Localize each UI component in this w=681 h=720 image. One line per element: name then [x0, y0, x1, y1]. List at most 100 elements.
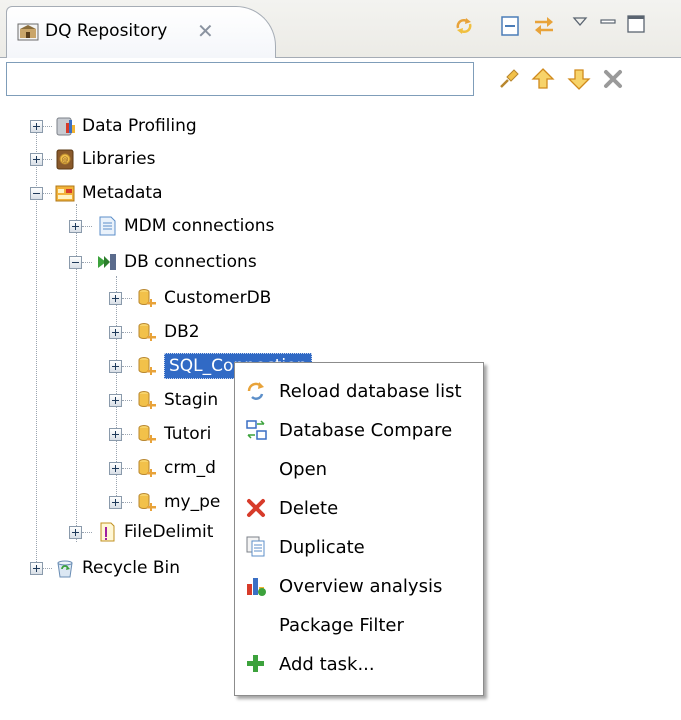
tab-title: DQ Repository	[45, 21, 168, 41]
arrow-up-icon[interactable]	[530, 66, 556, 92]
close-icon[interactable]: ✕	[197, 19, 214, 43]
tree-item-label: Metadata	[82, 183, 163, 203]
expand-toggle[interactable]	[109, 462, 122, 475]
tree-item-db-connections[interactable]: DB connections	[96, 247, 257, 277]
add-task-icon	[241, 646, 271, 682]
svg-text:@: @	[62, 156, 69, 164]
minimize-icon[interactable]	[596, 10, 620, 34]
recycle-bin-icon	[57, 560, 73, 578]
view-tab-strip: DQ Repository ✕	[0, 0, 681, 59]
expand-toggle[interactable]	[69, 220, 82, 233]
database-connection-icon	[138, 357, 156, 375]
tree-item-connection[interactable]: CustomerDB	[136, 283, 271, 313]
menu-item-duplicate[interactable]: Duplicate	[237, 529, 481, 565]
tree-guide	[122, 502, 132, 503]
filter-input[interactable]	[6, 62, 474, 96]
menu-item-label: Duplicate	[279, 536, 365, 558]
tree-item-label: FileDelimit	[124, 522, 214, 542]
tree-item-label: Data Profiling	[82, 116, 197, 136]
tree-item-mdm-connections[interactable]: MDM connections	[96, 211, 274, 241]
expand-toggle[interactable]	[30, 562, 43, 575]
context-menu: Reload database list Database Compare Open…	[234, 362, 484, 696]
database-connection-icon	[138, 493, 156, 511]
metadata-icon	[55, 185, 75, 202]
menu-item-reload-database-list[interactable]: Reload database list	[237, 373, 481, 409]
link-with-editor-icon[interactable]	[532, 14, 556, 38]
tree-guide	[42, 193, 52, 194]
tree-item-libraries[interactable]: @ Libraries	[54, 144, 155, 174]
tree-guide	[122, 366, 132, 367]
menu-item-overview-analysis[interactable]: Overview analysis	[237, 568, 481, 604]
delete-icon	[241, 490, 271, 526]
tree-item-label: Recycle Bin	[82, 558, 181, 578]
tree-item-label: Libraries	[82, 149, 156, 169]
tree-guide	[42, 126, 52, 127]
tree-guide	[82, 532, 92, 533]
tree-item-connection[interactable]: Stagin	[136, 385, 218, 415]
tree-guide	[82, 226, 92, 227]
arrow-down-icon[interactable]	[566, 66, 592, 92]
tree-guide	[122, 332, 132, 333]
database-connection-icon	[138, 323, 156, 341]
expand-toggle[interactable]	[69, 526, 82, 539]
tree-item-connection[interactable]: my_pe	[136, 487, 220, 517]
expand-toggle[interactable]	[30, 153, 43, 166]
expand-toggle[interactable]	[109, 292, 122, 305]
menu-item-label: Reload database list	[279, 380, 462, 402]
tree-item-label: my_pe	[164, 492, 221, 512]
db-connections-icon	[98, 254, 116, 270]
database-connection-icon	[138, 425, 156, 443]
tree-guide	[122, 298, 132, 299]
clear-filter-icon[interactable]	[600, 66, 626, 92]
tree-item-data-profiling[interactable]: Data Profiling	[54, 111, 197, 141]
libraries-icon: @	[56, 149, 74, 170]
menu-item-label: Database Compare	[279, 419, 453, 441]
menu-item-database-compare[interactable]: Database Compare	[237, 412, 481, 448]
menu-item-add-task[interactable]: Add task...	[237, 646, 481, 682]
expand-toggle[interactable]	[109, 428, 122, 441]
tree-item-file-delimited[interactable]: FileDelimit	[96, 517, 213, 547]
tree-guide	[122, 400, 132, 401]
collapse-toggle[interactable]	[30, 187, 43, 200]
tree-item-recycle-bin[interactable]: Recycle Bin	[54, 553, 180, 583]
analysis-icon	[241, 568, 271, 604]
maximize-icon[interactable]	[624, 12, 648, 36]
tree-item-connection[interactable]: Tutori	[136, 419, 211, 449]
tab-dq-repository[interactable]: DQ Repository ✕	[6, 6, 276, 59]
data-profiling-icon	[56, 117, 75, 136]
database-connection-icon	[138, 459, 156, 477]
menu-item-label: Delete	[279, 497, 339, 519]
tree-item-metadata[interactable]: Metadata	[54, 178, 163, 208]
menu-icon-slot	[241, 451, 271, 487]
tree-item-connection[interactable]: DB2	[136, 317, 200, 347]
repository-icon	[17, 23, 39, 41]
sync-icon[interactable]	[452, 14, 476, 38]
collapse-all-icon[interactable]	[498, 14, 522, 38]
menu-item-label: Package Filter	[279, 614, 404, 636]
menu-item-package-filter[interactable]: Package Filter	[237, 607, 481, 643]
file-delimited-icon	[100, 522, 115, 542]
pin-icon[interactable]	[496, 66, 522, 92]
collapse-toggle[interactable]	[69, 256, 82, 269]
menu-item-label: Open	[279, 458, 328, 480]
tree-item-connection[interactable]: crm_d	[136, 453, 216, 483]
filter-row	[0, 58, 681, 104]
expand-toggle[interactable]	[109, 394, 122, 407]
compare-icon	[241, 412, 271, 448]
menu-item-delete[interactable]: Delete	[237, 490, 481, 526]
database-connection-icon	[138, 289, 156, 307]
tree-item-label: Stagin	[164, 390, 219, 410]
expand-toggle[interactable]	[30, 120, 43, 133]
duplicate-icon	[241, 529, 271, 565]
view-menu-icon[interactable]	[568, 10, 592, 34]
menu-item-open[interactable]: Open	[237, 451, 481, 487]
tree-item-label: DB2	[164, 322, 200, 342]
expand-toggle[interactable]	[109, 360, 122, 373]
document-icon	[99, 216, 116, 236]
tree-guide	[82, 262, 92, 263]
tree-guide	[42, 568, 52, 569]
tree-item-label: MDM connections	[124, 216, 275, 236]
tree-item-label: crm_d	[164, 458, 216, 478]
expand-toggle[interactable]	[109, 326, 122, 339]
expand-toggle[interactable]	[109, 496, 122, 509]
